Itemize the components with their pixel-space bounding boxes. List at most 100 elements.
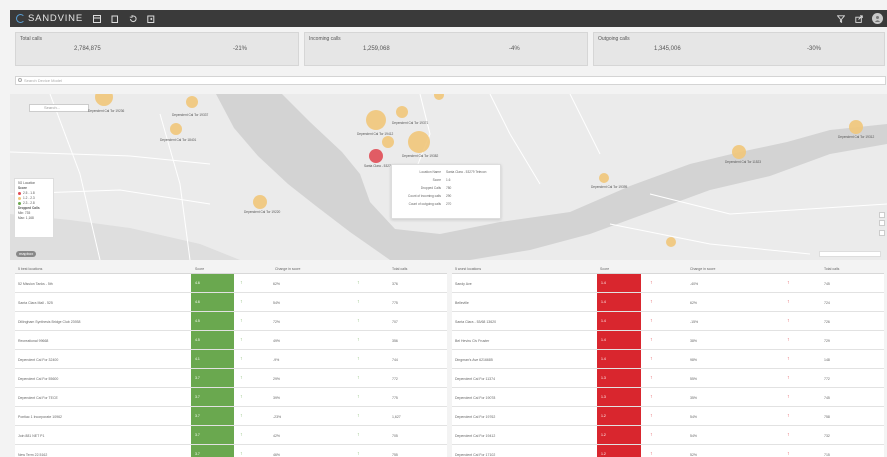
map-search-placeholder: Search...	[44, 105, 61, 110]
table-row[interactable]: Dependent Cal For 55600 3.7 ↑ 29% ↑ 772	[15, 369, 447, 388]
trend-arrow-icon: ↑	[240, 356, 243, 362]
score-cell: 1.4	[597, 274, 641, 292]
table-row[interactable]: Dependent Cal For 19078 1.3 ↑ 35% ↑ 745	[452, 388, 884, 407]
compass-button[interactable]	[879, 230, 885, 236]
table-row[interactable]: New Term 22.5162 3.7 ↑ 46% ↑ 755	[15, 445, 447, 457]
column-header[interactable]: 5 best locations	[18, 267, 42, 271]
dashboard-icon[interactable]	[93, 14, 102, 23]
bubble-label: Dependent Cal Tor 19382	[402, 154, 439, 158]
column-header[interactable]: Change in score	[275, 267, 301, 271]
total-calls-value: 705	[392, 434, 398, 438]
mapbox-logo[interactable]: mapbox	[16, 251, 37, 257]
kpi-total-calls: Total calls 2,784,875 -21%	[15, 32, 299, 66]
map-bubble[interactable]	[170, 123, 182, 135]
column-header[interactable]: Score	[195, 267, 204, 271]
table-row[interactable]: Join 881 NET P1 3.7 ↑ 42% ↑ 705	[15, 426, 447, 445]
user-avatar[interactable]	[872, 13, 883, 24]
score-cell: 4.1	[191, 350, 234, 368]
table-row[interactable]: Dependent Cal For TECE 3.7 ↑ 39% ↑ 775	[15, 388, 447, 407]
change-value: 42%	[273, 434, 281, 438]
column-header[interactable]: Total calls	[824, 267, 839, 271]
location-name: Dependent Cal For 19078	[455, 396, 496, 400]
brand-logo[interactable]: SANDVINE	[16, 13, 83, 24]
table-row[interactable]: Dependent Cal For 17102 1.2 ↑ 52% ↑ 715	[452, 445, 884, 457]
score-cell: 1.4	[597, 312, 641, 330]
map-bubble[interactable]	[253, 195, 267, 209]
table-row[interactable]: Sandy Ave 1.4 ↑ -40% ↑ 745	[452, 274, 884, 293]
score-cell: 4.6	[191, 274, 234, 292]
change-value: 54%	[690, 415, 698, 419]
table-row[interactable]: Bel Heviru Civ Fruster 1.4 ↑ 38% ↑ 729	[452, 331, 884, 350]
map-bubble[interactable]	[408, 131, 430, 153]
change-value: -15%	[690, 320, 699, 324]
trend-arrow-icon: ↑	[240, 432, 243, 438]
tooltip-key: Location Name	[419, 170, 441, 174]
column-header[interactable]: Total calls	[392, 267, 407, 271]
map-toolbar[interactable]	[819, 251, 881, 257]
bubble-label: Dependent Cal Tor 19312	[838, 135, 875, 139]
trend-arrow-icon: ↑	[650, 337, 653, 343]
change-value: 54%	[273, 301, 281, 305]
column-header[interactable]: 5 worst locations	[455, 267, 481, 271]
map-bubble[interactable]	[366, 110, 386, 130]
map-bubble[interactable]	[849, 120, 863, 134]
kpi-value: 1,345,006	[654, 46, 681, 52]
trend-arrow-icon: ↑	[650, 299, 653, 305]
location-name: Recreational 99668	[18, 339, 49, 343]
legend-size-max: Max: 1,168	[18, 216, 34, 220]
total-calls-value: 772	[392, 377, 398, 381]
map-bubble[interactable]	[599, 173, 609, 183]
total-calls-value: 775	[392, 301, 398, 305]
location-name: Santa Clara - 53/68 13620	[455, 320, 497, 324]
total-calls-value: 1,627	[392, 415, 401, 419]
score-cell: 4.5	[191, 312, 234, 330]
export-icon[interactable]	[147, 14, 156, 23]
kpi-outgoing-calls: Outgoing calls 1,345,006 -30%	[593, 32, 885, 66]
table-row[interactable]: Pontiac 1 Incorporate 10962 3.7 ↑ -23% ↑ 1,62…	[15, 407, 447, 426]
score-cell: 3.7	[191, 407, 234, 425]
column-header[interactable]: Change in score	[690, 267, 716, 271]
red-dot-icon	[18, 191, 21, 195]
map-bubble[interactable]	[396, 106, 408, 118]
table-row[interactable]: 52 Mission Tanks - 5th 4.6 ↑ 62% ↑ 376	[15, 274, 447, 293]
table-row[interactable]: Dillingham Synthesis Bridge Club 23938 4.…	[15, 312, 447, 331]
total-calls-value: 376	[392, 282, 398, 286]
map-bubble[interactable]	[732, 145, 746, 159]
table-row[interactable]: Dingman's Ave 6216685 1.4 ↑ 98% ↑ 148	[452, 350, 884, 369]
map-bubble[interactable]	[186, 96, 198, 108]
map-bubble-selected[interactable]	[369, 149, 383, 163]
table-row[interactable]: Dependent Cal For 19412 1.2 ↑ 54% ↑ 732	[452, 426, 884, 445]
change-value: 35%	[690, 396, 698, 400]
copy-icon[interactable]	[111, 14, 120, 23]
bubble-label: Santa Clara - 53279	[364, 164, 393, 168]
tooltip-value: 780	[446, 186, 452, 190]
history-icon[interactable]	[129, 14, 138, 23]
score-cell: 3.7	[191, 369, 234, 387]
trend-arrow-icon: ↑	[357, 299, 360, 305]
table-row[interactable]: Santa Clara - 53/68 13620 1.4 ↑ -15% ↑ 726	[452, 312, 884, 331]
column-header[interactable]: Score	[600, 267, 609, 271]
table-row[interactable]: Dependent Cal For 32400 4.1 ↑ -9% ↑ 744	[15, 350, 447, 369]
trend-arrow-icon: ↑	[357, 451, 360, 457]
map-search-input[interactable]: Search...	[29, 104, 89, 112]
filter-icon[interactable]	[836, 14, 845, 23]
table-row[interactable]: Dependent Cal For 11374 1.3 ↑ 55% ↑ 772	[452, 369, 884, 388]
location-name: Dependent Cal For 17102	[455, 453, 496, 457]
location-map[interactable]: Search... Dependent Cal Tor 19236 Depend…	[10, 94, 887, 260]
zoom-in-button[interactable]	[879, 212, 885, 218]
table-row[interactable]: Dependent Cal For 19762 1.2 ↑ 54% ↑ 758	[452, 407, 884, 426]
device-search-input[interactable]: Search Device Model	[15, 76, 886, 85]
table-row[interactable]: Santa Clara Mall - 525 4.6 ↑ 54% ↑ 775	[15, 293, 447, 312]
tooltip-value: 270	[446, 202, 452, 206]
trend-arrow-icon: ↑	[357, 356, 360, 362]
map-bubble[interactable]	[666, 237, 676, 247]
trend-arrow-icon: ↑	[787, 394, 790, 400]
trend-arrow-icon: ↑	[240, 318, 243, 324]
table-row[interactable]: Belleville 1.4 ↑ 62% ↑ 724	[452, 293, 884, 312]
change-value: 54%	[690, 434, 698, 438]
map-bubble[interactable]	[382, 136, 394, 148]
table-row[interactable]: Recreational 99668 4.5 ↑ 49% ↑ 356	[15, 331, 447, 350]
zoom-out-button[interactable]	[879, 220, 885, 226]
table-header: 5 worst locations Score Change in score …	[452, 263, 884, 274]
share-icon[interactable]	[854, 14, 863, 23]
